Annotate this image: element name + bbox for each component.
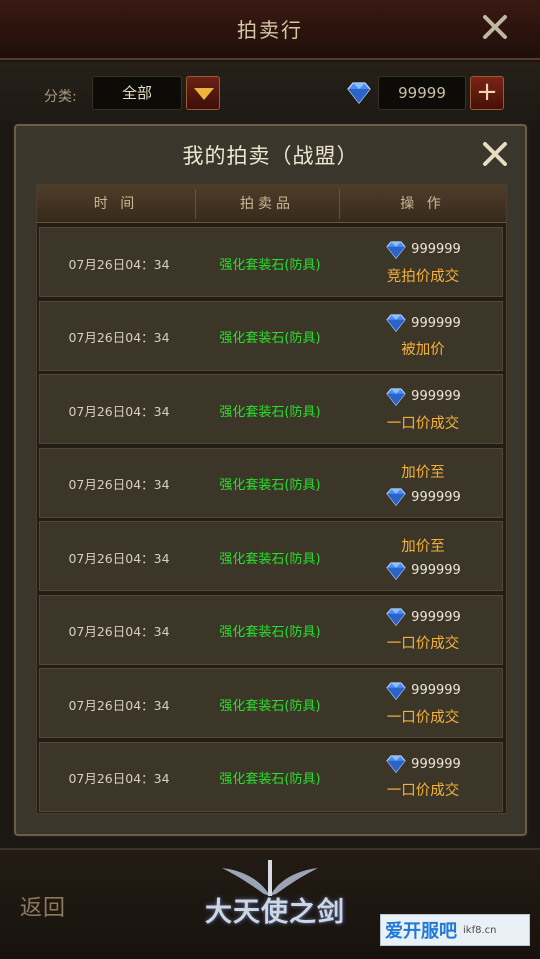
category-dropdown-button[interactable] xyxy=(186,76,220,110)
item-cell: 强化套装石(防具) xyxy=(219,772,321,787)
action-cell: 999999 竞拍价成交 xyxy=(342,228,504,298)
time-cell: 07月26日04：34 xyxy=(68,697,170,713)
table-row[interactable]: 07月26日04：34 强化套装石(防具) 加价至 999999 xyxy=(39,521,503,591)
action-cell: 加价至 999999 xyxy=(342,522,504,592)
table-row[interactable]: 07月26日04：34 强化套装石(防具) 999999 一口价成交 xyxy=(39,668,503,738)
column-header-time: 时 间 xyxy=(93,196,139,212)
column-header-action: 操 作 xyxy=(400,196,445,212)
category-select[interactable]: 全部 xyxy=(92,76,182,110)
time-cell: 07月26日04：34 xyxy=(68,330,170,345)
price: 999999 xyxy=(385,488,461,506)
back-button[interactable]: 返回 xyxy=(20,890,66,922)
category-label: 分类: xyxy=(44,89,77,105)
item-cell: 强化套装石(防具) xyxy=(219,478,321,493)
close-icon[interactable] xyxy=(481,140,509,168)
diamond-balance: 99999 xyxy=(378,76,466,110)
status-label: 一口价成交 xyxy=(386,709,460,726)
status-label: 一口价成交 xyxy=(386,783,460,799)
add-diamond-button[interactable]: + xyxy=(470,76,504,110)
game-logo: 大天使之剑 xyxy=(205,897,345,928)
time-cell: 07月26日04：34 xyxy=(68,403,170,419)
time-cell: 07月26日04：34 xyxy=(68,550,170,566)
page-title: 拍卖行 xyxy=(237,18,303,42)
price-value: 999999 xyxy=(411,609,461,625)
table-header: 时 间 拍卖品 操 作 xyxy=(37,185,506,223)
diamond-icon xyxy=(347,82,371,104)
action-cell: 999999 被加价 xyxy=(342,302,504,372)
watermark-url: ikf8.cn xyxy=(463,924,497,936)
price-value: 999999 xyxy=(411,563,461,578)
status-label: 一口价成交 xyxy=(386,636,460,652)
action-cell: 999999 一口价成交 xyxy=(342,596,504,666)
price: 999999 xyxy=(385,240,461,259)
price-value: 999999 xyxy=(411,756,461,772)
watermark-text: 爱开服吧 xyxy=(385,921,457,942)
status-label: 一口价成交 xyxy=(386,415,460,432)
diamond-icon xyxy=(386,387,406,406)
action-cell: 999999 一口价成交 xyxy=(342,669,504,739)
item-cell: 强化套装石(防具) xyxy=(219,331,321,346)
table-row[interactable]: 07月26日04：34 强化套装石(防具) 999999 一口价成交 xyxy=(39,374,503,444)
status-label: 被加价 xyxy=(401,342,445,358)
table-row[interactable]: 07月26日04：34 强化套装石(防具) 999999 被加价 xyxy=(39,300,504,372)
price: 999999 xyxy=(385,681,461,700)
diamond-icon xyxy=(386,240,406,259)
item-cell: 强化套装石(防具) xyxy=(219,257,321,273)
my-auctions-modal: 我的拍卖（战盟） 时 间 拍卖品 操 作 07月26日04：34 强化套装石(防具… xyxy=(14,124,527,836)
price: 999999 xyxy=(385,561,461,580)
diamond-icon xyxy=(386,681,406,700)
diamond-icon xyxy=(386,755,406,773)
table-row[interactable]: 07月26日04：34 强化套装石(防具) 加价至 999999 xyxy=(39,447,504,519)
close-icon[interactable] xyxy=(480,12,510,42)
time-cell: 07月26日04：34 xyxy=(68,771,170,786)
table-row[interactable]: 07月26日04：34 强化套装石(防具) 999999 一口价成交 xyxy=(39,594,504,666)
time-cell: 07月26日04：34 xyxy=(68,624,170,639)
price: 999999 xyxy=(385,387,461,406)
diamond-icon xyxy=(386,608,406,626)
time-cell: 07月26日04：34 xyxy=(68,256,170,272)
time-cell: 07月26日04：34 xyxy=(68,477,170,492)
diamond-icon xyxy=(386,561,406,580)
action-cell: 999999 一口价成交 xyxy=(342,375,504,445)
price: 999999 xyxy=(385,755,461,773)
column-header-item: 拍卖品 xyxy=(240,196,294,212)
price: 999999 xyxy=(385,608,461,626)
item-cell: 强化套装石(防具) xyxy=(219,404,321,420)
price-value: 999999 xyxy=(411,315,461,331)
price: 999999 xyxy=(385,314,461,332)
price-value: 999999 xyxy=(411,389,461,404)
table-row[interactable]: 07月26日04：34 强化套装石(防具) 999999 一口价成交 xyxy=(39,741,504,813)
watermark: 爱开服吧 ikf8.cn xyxy=(380,914,530,946)
modal-title: 我的拍卖（战盟） xyxy=(182,144,359,168)
item-cell: 强化套装石(防具) xyxy=(219,551,321,567)
diamond-icon xyxy=(386,488,406,506)
action-cell: 加价至 999999 xyxy=(342,449,504,519)
price-value: 999999 xyxy=(411,242,461,257)
action-cell: 999999 一口价成交 xyxy=(342,743,504,813)
item-cell: 强化套装石(防具) xyxy=(219,625,321,640)
item-cell: 强化套装石(防具) xyxy=(219,698,321,714)
status-label: 竞拍价成交 xyxy=(386,268,460,285)
status-label: 加价至 xyxy=(401,465,445,481)
table-row[interactable]: 07月26日04：34 强化套装石(防具) 999999 竞拍价成交 xyxy=(39,227,503,297)
diamond-icon xyxy=(386,314,406,332)
price-value: 999999 xyxy=(411,683,461,698)
price-value: 999999 xyxy=(411,489,461,505)
auction-table: 时 间 拍卖品 操 作 07月26日04：34 强化套装石(防具) 999999 竞拍… xyxy=(36,184,507,814)
title-bar: 拍卖行 xyxy=(0,0,540,60)
status-label: 加价至 xyxy=(401,538,445,555)
